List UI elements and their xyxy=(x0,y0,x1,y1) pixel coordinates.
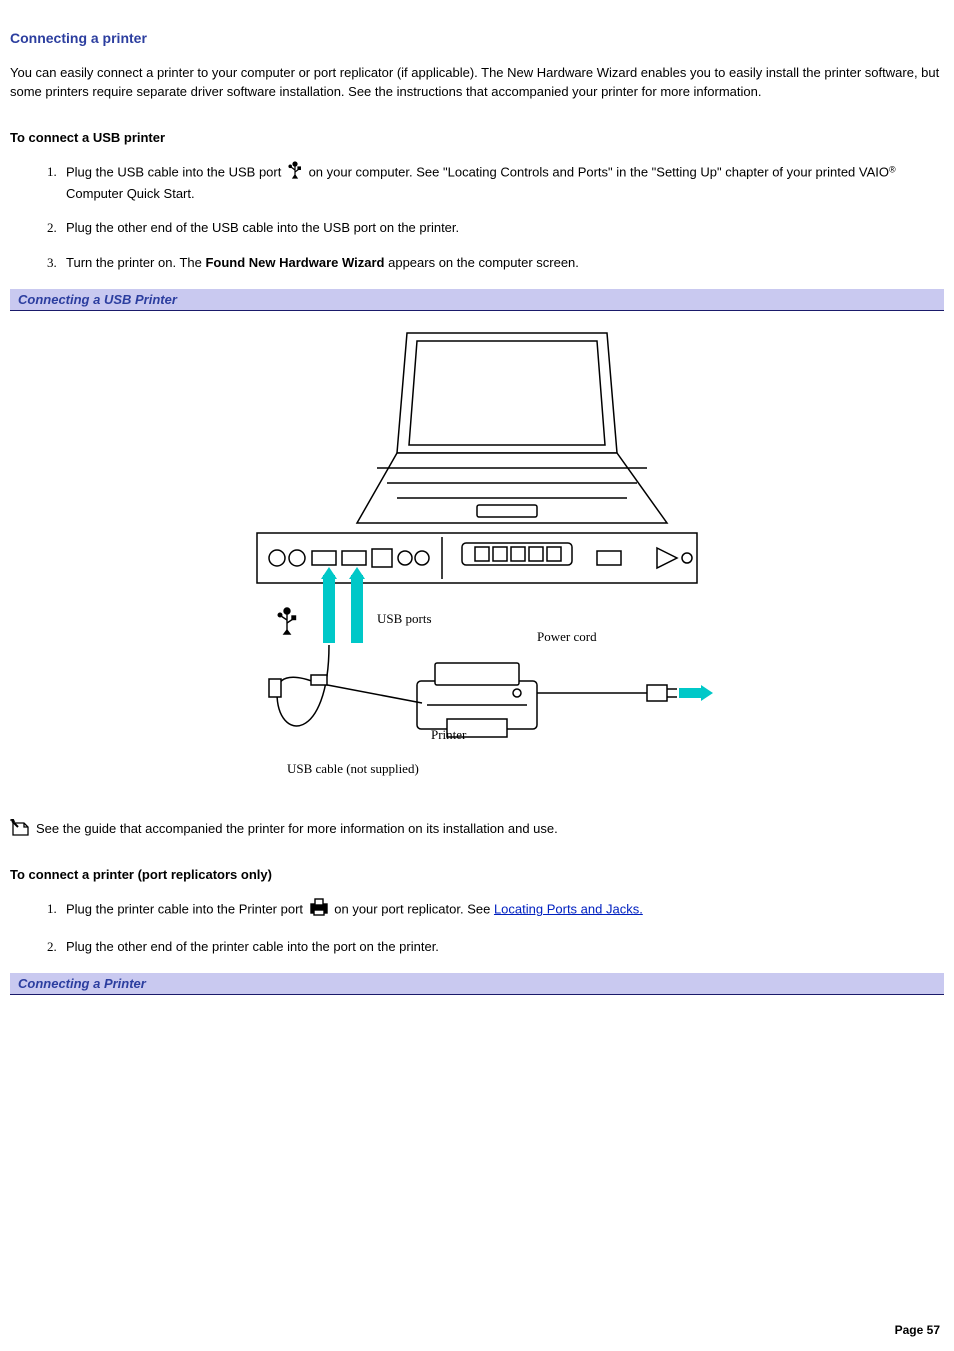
usb-icon xyxy=(287,161,303,185)
link-locating-ports[interactable]: Locating Ports and Jacks. xyxy=(494,901,643,916)
label-usb-cable: USB cable (not supplied) xyxy=(287,761,419,776)
label-printer: Printer xyxy=(431,727,467,742)
note-text: See the guide that accompanied the print… xyxy=(10,819,944,839)
usb-step-3: Turn the printer on. The Found New Hardw… xyxy=(60,254,944,273)
port-step-1: Plug the printer cable into the Printer … xyxy=(60,898,944,922)
port-heading: To connect a printer (port replicators o… xyxy=(10,867,944,882)
usb-step-1: Plug the USB cable into the USB port on … xyxy=(60,161,944,204)
page-number: Page 57 xyxy=(895,1323,940,1337)
usb-heading: To connect a USB printer xyxy=(10,130,944,145)
figure-usb-printer: USB ports Power cord Printer USB cable (… xyxy=(10,311,944,801)
note-icon xyxy=(10,819,32,837)
label-usb-ports: USB ports xyxy=(377,611,432,626)
port-step-2: Plug the other end of the printer cable … xyxy=(60,938,944,957)
section-bar-printer: Connecting a Printer xyxy=(10,973,944,995)
page-title: Connecting a printer xyxy=(10,30,944,46)
usb-step-2: Plug the other end of the USB cable into… xyxy=(60,219,944,238)
section-bar-usb: Connecting a USB Printer xyxy=(10,289,944,311)
label-power-cord: Power cord xyxy=(537,629,597,644)
intro-text: You can easily connect a printer to your… xyxy=(10,64,944,102)
printer-port-icon xyxy=(309,898,329,922)
